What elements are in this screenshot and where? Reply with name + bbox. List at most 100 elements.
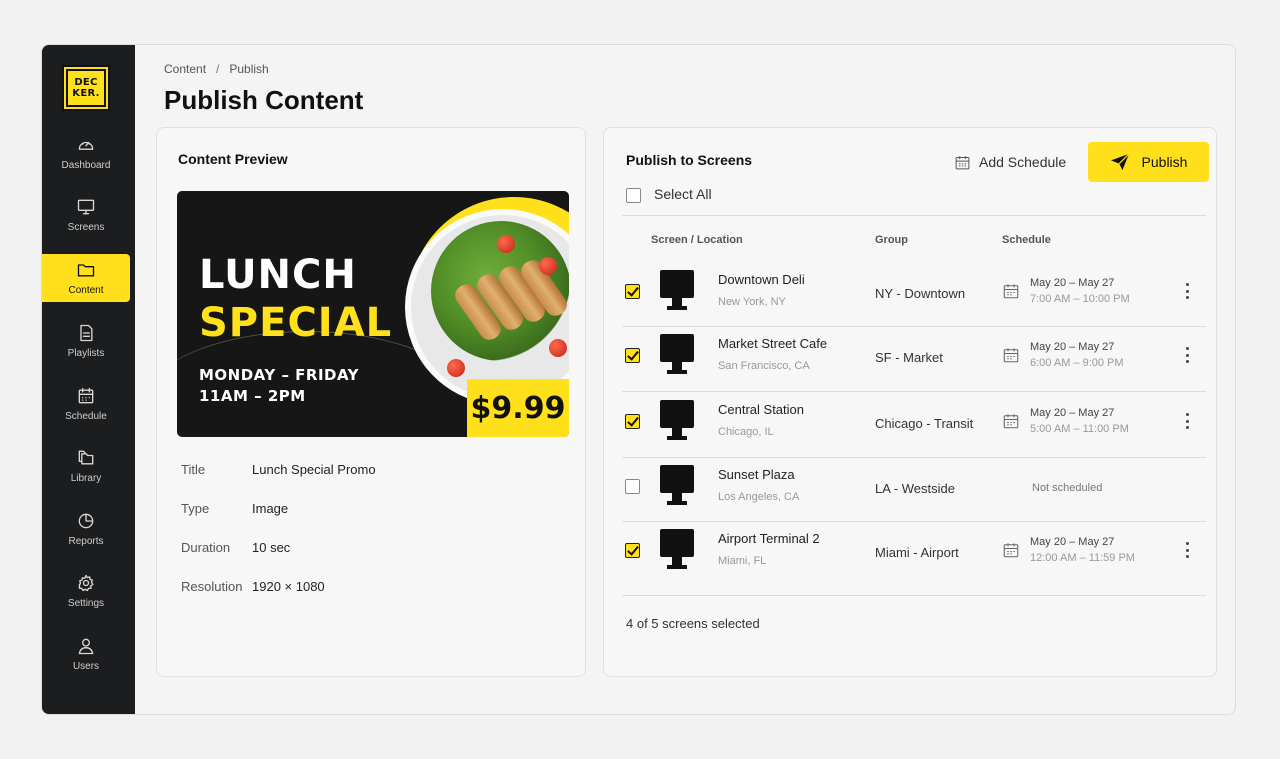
schedule-time: 7:00 AM – 10:00 PM — [1030, 293, 1130, 305]
folder-icon — [77, 264, 95, 277]
calendar-icon — [78, 387, 94, 404]
sidebar-item-users[interactable]: Users — [42, 630, 130, 678]
library-icon — [78, 450, 94, 465]
screen-group: NY - Downtown — [875, 286, 966, 301]
gauge-icon — [78, 141, 94, 150]
sidebar-item-screens[interactable]: Screens — [42, 191, 130, 239]
row-checkbox[interactable] — [625, 414, 640, 429]
tomato — [497, 235, 515, 253]
breadcrumb: Content / Publish — [164, 62, 269, 76]
sidebar-item-content[interactable]: Content — [42, 254, 130, 302]
schedule-date: May 20 – May 27 — [1030, 341, 1115, 353]
preview-headline-1: LUNCH — [199, 252, 357, 298]
document-icon — [80, 324, 93, 342]
card-title: Publish to Screens — [626, 152, 753, 168]
breadcrumb-root[interactable]: Content — [164, 62, 206, 76]
row-checkbox[interactable] — [625, 543, 640, 558]
sidebar-item-settings[interactable]: Settings — [42, 567, 130, 615]
row-menu-icon[interactable] — [1182, 410, 1192, 432]
screen-group: SF - Market — [875, 350, 943, 365]
column-header-screen: Screen / Location — [651, 234, 743, 246]
meta-key: Type — [181, 501, 210, 516]
calendar-icon — [1003, 284, 1019, 299]
screen-location: Miami, FL — [718, 555, 767, 567]
meta-key: Duration — [181, 540, 231, 555]
screen-name: Sunset Plaza — [718, 467, 795, 482]
sidebar-item-library[interactable]: Library — [42, 442, 130, 490]
meta-value: Lunch Special Promo — [252, 462, 376, 477]
screen-location: San Francisco, CA — [718, 360, 810, 372]
screen-name: Market Street Cafe — [718, 336, 828, 351]
meta-key: Resolution — [181, 579, 243, 594]
user-icon — [78, 638, 94, 655]
screen-location: Los Angeles, CA — [718, 491, 800, 503]
monitor-icon — [660, 465, 696, 507]
row-checkbox[interactable] — [625, 348, 640, 363]
content-preview-card: Content Preview LUNCH SPECIAL MONDAY – F… — [156, 127, 586, 677]
sidebar-item-label: Users — [72, 661, 100, 672]
preview-days-line: MONDAY – FRIDAY — [199, 366, 360, 384]
sidebar-item-label: Content — [68, 285, 104, 296]
schedule-date: May 20 – May 27 — [1030, 277, 1115, 289]
sidebar-item-label: Reports — [68, 536, 104, 547]
monitor-icon — [660, 400, 696, 442]
logo-mark: DEC KER. — [66, 69, 106, 107]
row-menu-icon[interactable] — [1182, 539, 1192, 561]
page-title: Publish Content — [164, 85, 364, 115]
tomato — [549, 339, 567, 357]
table-row[interactable]: Market Street Cafe San Francisco, CA SF … — [620, 326, 1206, 390]
preview-headline-2: SPECIAL — [199, 300, 393, 346]
table-row[interactable]: Airport Terminal 2 Miami, FL Miami - Air… — [620, 521, 1206, 585]
screen-group: LA - Westside — [875, 481, 955, 496]
calendar-icon — [955, 155, 970, 169]
schedule-time: 5:00 AM – 11:00 PM — [1030, 423, 1129, 435]
row-checkbox[interactable] — [625, 479, 640, 494]
sidebar-item-label: Screens — [67, 222, 105, 233]
meta-value: 1920 × 1080 — [252, 579, 325, 594]
row-divider — [622, 595, 1206, 596]
select-all-label[interactable]: Select All — [654, 186, 712, 202]
screen-name: Downtown Deli — [718, 272, 805, 287]
sidebar: DEC KER. Dashboard Screens Content Playl… — [42, 45, 135, 714]
sidebar-item-reports[interactable]: Reports — [42, 505, 130, 553]
row-checkbox[interactable] — [625, 284, 640, 299]
table-row[interactable]: Downtown Deli New York, NY NY - Downtown… — [620, 262, 1206, 326]
monitor-icon — [660, 270, 696, 312]
sidebar-item-schedule[interactable]: Schedule — [42, 380, 130, 428]
sidebar-item-label: Library — [70, 473, 102, 484]
screen-name: Central Station — [718, 402, 804, 417]
sidebar-item-dashboard[interactable]: Dashboard — [42, 129, 130, 177]
preview-days: MONDAY – FRIDAY 11AM – 2PM — [199, 365, 359, 407]
screen-location: Chicago, IL — [718, 426, 774, 438]
calendar-icon — [1003, 543, 1019, 558]
sidebar-item-playlists[interactable]: Playlists — [42, 317, 130, 365]
monitor-icon — [77, 199, 95, 215]
preview-price-badge: $9.99 — [467, 379, 569, 437]
screen-group: Miami - Airport — [875, 545, 959, 560]
content-preview-image: LUNCH SPECIAL MONDAY – FRIDAY 11AM – 2PM… — [177, 191, 569, 437]
add-schedule-label: Add Schedule — [979, 154, 1067, 170]
calendar-icon — [1003, 348, 1019, 363]
publish-button[interactable]: Publish — [1088, 142, 1209, 182]
table-row[interactable]: Central Station Chicago, IL Chicago - Tr… — [620, 392, 1206, 456]
schedule-date: May 20 – May 27 — [1030, 536, 1115, 548]
select-all-checkbox[interactable] — [626, 188, 641, 203]
card-title: Content Preview — [178, 151, 288, 167]
calendar-icon — [1003, 414, 1019, 429]
meta-value: Image — [252, 501, 289, 516]
divider — [622, 215, 1206, 216]
meta-value: 10 sec — [252, 540, 291, 555]
add-schedule-button[interactable]: Add Schedule — [954, 150, 1066, 174]
gear-icon — [78, 574, 94, 592]
monitor-icon — [660, 334, 696, 376]
table-row[interactable]: Sunset Plaza Los Angeles, CA LA - Westsi… — [620, 457, 1206, 521]
logo-line-1: DEC — [74, 77, 98, 88]
row-menu-icon[interactable] — [1182, 280, 1192, 302]
breadcrumb-separator: / — [216, 62, 220, 76]
column-header-schedule: Schedule — [1002, 234, 1051, 246]
row-menu-icon[interactable] — [1182, 344, 1192, 366]
brand-logo[interactable]: DEC KER. — [62, 65, 110, 111]
schedule-date: May 20 – May 27 — [1030, 407, 1115, 419]
screen-name: Airport Terminal 2 — [718, 531, 820, 546]
pie-chart-icon — [78, 513, 94, 529]
